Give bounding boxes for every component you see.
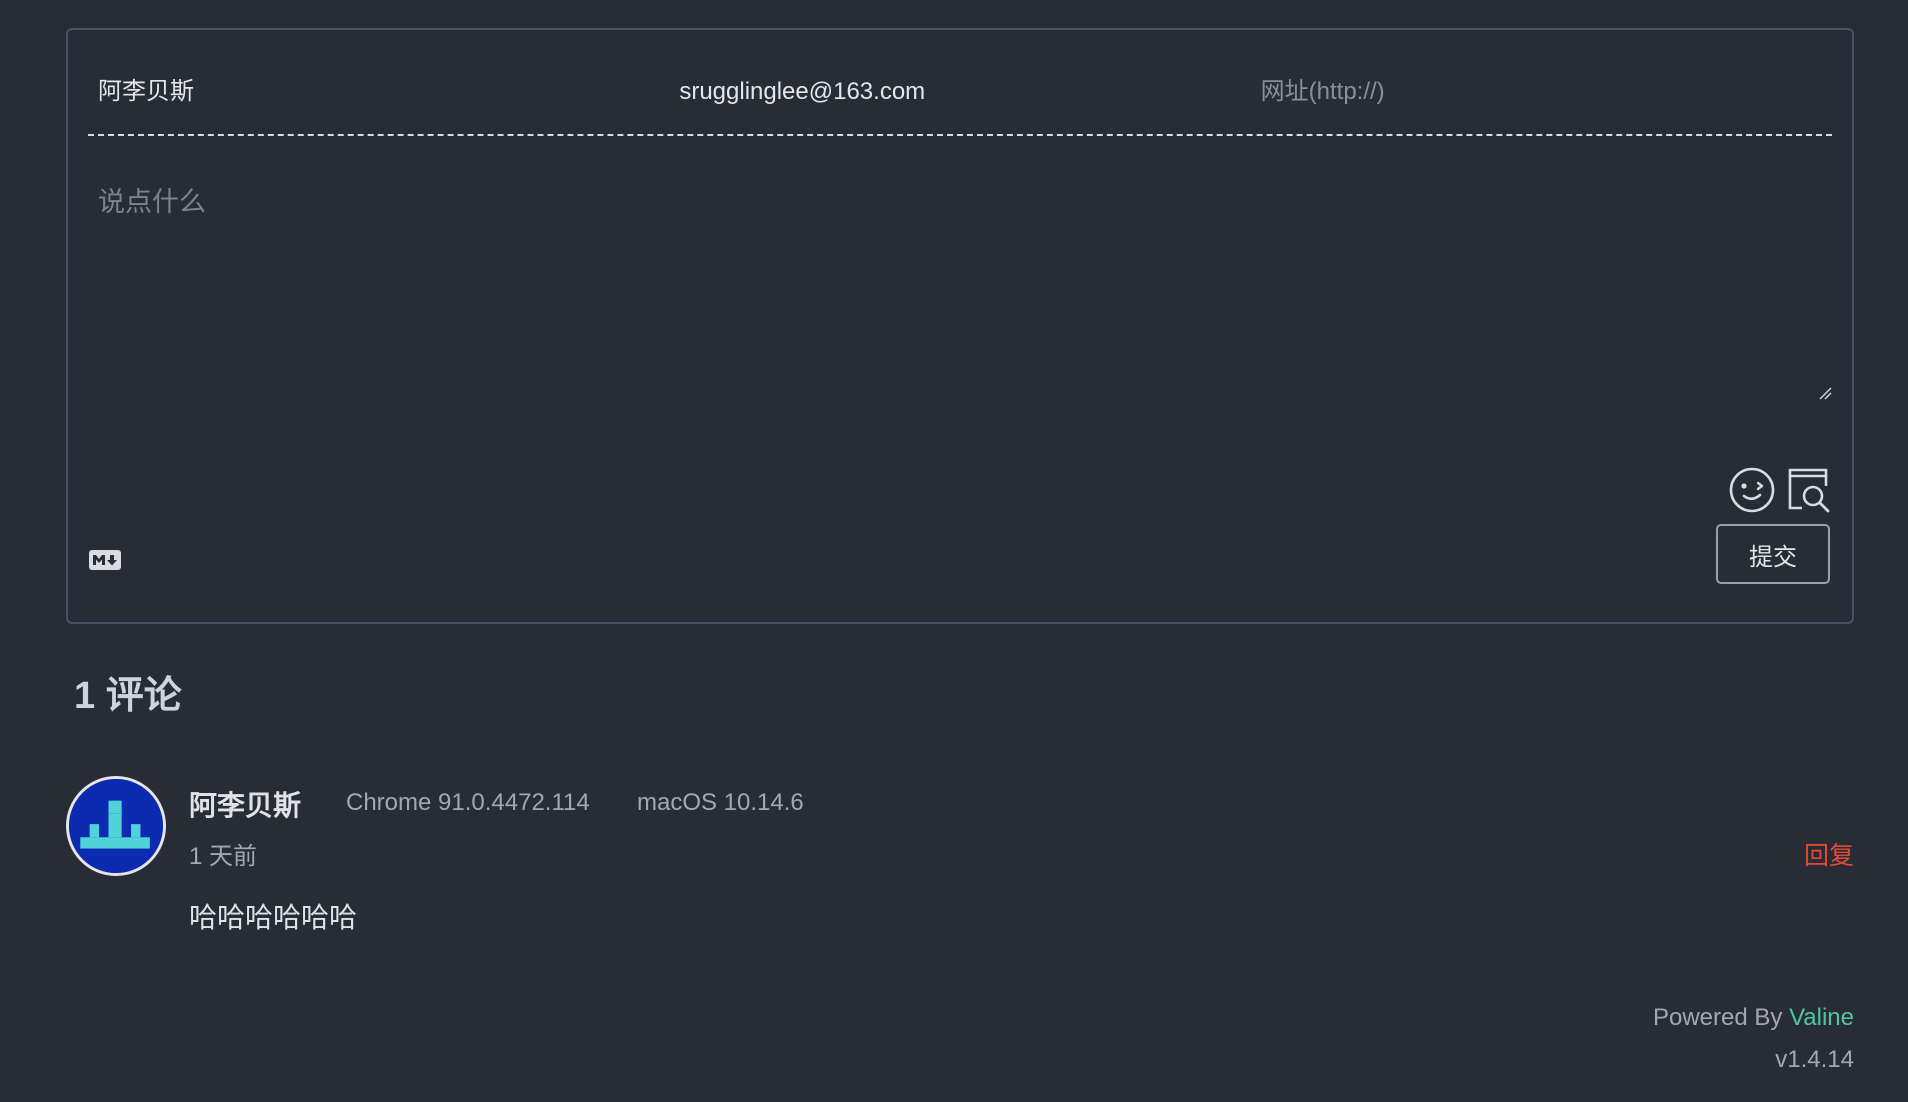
email-input[interactable]: srugglinglee@163.com [669,30,1250,134]
website-input[interactable]: 网址(http://) [1251,30,1832,134]
avatar-icon [69,779,163,873]
valine-link[interactable]: Valine [1789,1004,1854,1031]
powered-by: Powered By Valine [1653,1004,1854,1032]
avatar [66,776,166,876]
comment-time: 1 天前 [189,843,258,870]
reply-link[interactable]: 回复 [1804,836,1854,872]
form-header-row: 阿李贝斯 srugglinglee@163.com 网址(http://) [88,30,1832,136]
comment-count-title: 1 评论 [74,675,182,717]
comment-browser: Chrome 91.0.4472.114 [346,789,590,816]
resize-handle-icon[interactable] [1818,386,1832,400]
preview-icon[interactable] [1784,466,1832,514]
comment-textarea[interactable]: 说点什么 [98,180,1598,420]
nickname-input[interactable]: 阿李贝斯 [88,30,669,134]
markdown-icon[interactable] [88,549,122,571]
submit-button[interactable]: 提交 [1716,524,1830,584]
version-label: v1.4.14 [1775,1046,1854,1073]
emoji-icon[interactable] [1728,466,1776,514]
comment-os: macOS 10.14.6 [637,789,804,816]
comment-content: 哈哈哈哈哈哈 [189,902,358,933]
comment-form: 阿李贝斯 srugglinglee@163.com 网址(http://) 说点… [66,28,1854,624]
powered-by-label: Powered By [1652,1004,1790,1031]
comment-author: 阿李贝斯 [189,790,302,821]
